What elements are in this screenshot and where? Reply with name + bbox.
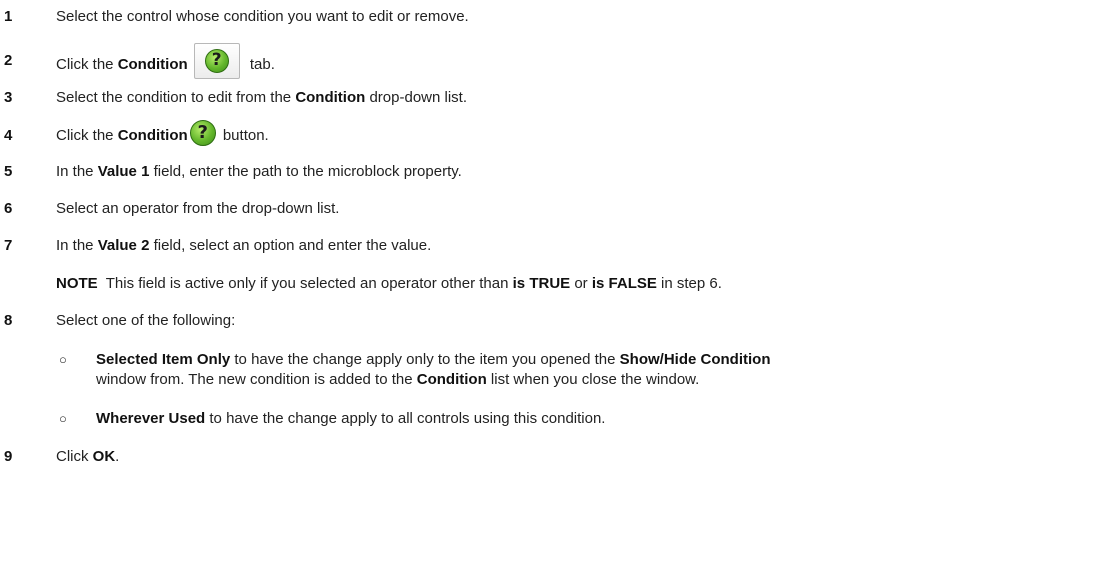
condition-tab-button[interactable]: ?	[193, 43, 240, 79]
ok-label: OK	[92, 448, 116, 465]
step-text: Click the Condition? tab.	[56, 43, 275, 79]
step-text-post: button.	[218, 127, 269, 144]
option-text-post: to have the change apply to all controls…	[205, 410, 606, 427]
step-text-post: field, select an option and enter the va…	[149, 237, 432, 254]
step-text-pre: Click the	[56, 55, 118, 73]
option-text-pre: to have the change apply only to the ite…	[230, 351, 620, 368]
option-text: Wherever Used to have the change apply t…	[96, 409, 605, 429]
note-text-mid: or	[570, 275, 592, 292]
step-text-post: drop-down list.	[365, 89, 468, 106]
option-line2-post: list when you close the window.	[486, 371, 700, 388]
step-text: Select one of the following:	[56, 312, 236, 329]
step-text: Select the condition to edit from the Co…	[56, 88, 467, 108]
step-number: 2	[4, 52, 13, 69]
condition-label: Condition	[416, 371, 487, 388]
option-line2-pre: window from. The new condition is added …	[96, 371, 417, 388]
show-hide-condition-label: Show/Hide Condition	[619, 351, 771, 368]
option-text: Selected Item Only to have the change ap…	[96, 350, 771, 370]
step-text: In the Value 1 field, enter the path to …	[56, 162, 462, 182]
step-text: In the Value 2 field, select an option a…	[56, 236, 431, 256]
step-text-pre: In the	[56, 163, 98, 180]
step-text-post: field, enter the path to the microblock …	[149, 163, 462, 180]
help-icon: ?	[189, 120, 216, 147]
step-number: 4	[4, 127, 13, 144]
condition-label: Condition	[117, 55, 188, 73]
is-true-label: is TRUE	[512, 275, 571, 292]
condition-label: Condition	[295, 89, 366, 106]
note-text: NOTE This field is active only if you se…	[56, 274, 722, 294]
step-text: Select an operator from the drop-down li…	[56, 200, 340, 217]
step-number: 3	[4, 89, 13, 106]
note-text-post: in step 6.	[656, 275, 722, 292]
step-text-pre: In the	[56, 237, 98, 254]
step-text: Select the control whose condition you w…	[56, 8, 469, 25]
step-text: Click the Condition? button.	[56, 120, 269, 147]
step-number: 9	[4, 448, 13, 465]
step-text-pre: Click	[56, 448, 93, 465]
step-number: 6	[4, 200, 13, 217]
bullet-icon: ○	[59, 411, 67, 426]
step-text-pre: Click the	[56, 127, 118, 144]
step-number: 5	[4, 163, 13, 180]
condition-label: Condition	[117, 127, 188, 144]
step-text-post: .	[115, 448, 120, 465]
option-text-line2: window from. The new condition is added …	[96, 370, 699, 390]
bullet-icon: ○	[59, 352, 67, 367]
step-text-post: tab.	[245, 55, 275, 73]
instruction-page: { "steps": [ { "num": "1", "parts": ["Se…	[0, 0, 1112, 565]
step-text-pre: Select the condition to edit from the	[56, 89, 296, 106]
value1-label: Value 1	[97, 163, 150, 180]
help-icon: ?	[204, 49, 229, 73]
step-number: 7	[4, 237, 13, 254]
step-number: 8	[4, 312, 13, 329]
selected-item-only-label: Selected Item Only	[96, 351, 231, 368]
condition-button[interactable]: ?	[189, 120, 216, 147]
is-false-label: is FALSE	[591, 275, 657, 292]
option-selected-item-only: ○ Selected Item Only to have the change …	[0, 350, 1112, 394]
step-text: Click OK.	[56, 447, 119, 467]
value2-label: Value 2	[97, 237, 150, 254]
step-number: 1	[4, 8, 13, 25]
note-text-pre: This field is active only if you selecte…	[97, 275, 513, 292]
wherever-used-label: Wherever Used	[96, 410, 206, 427]
note-label: NOTE	[56, 275, 98, 292]
